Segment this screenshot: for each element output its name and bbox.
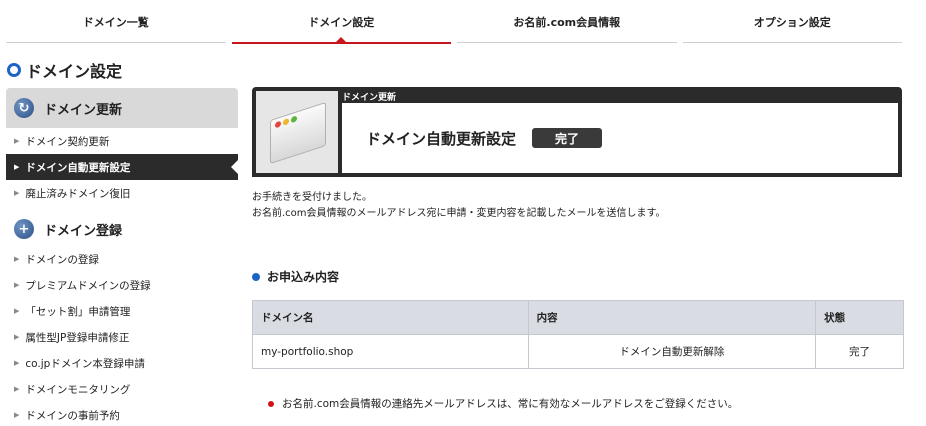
tab-domain-settings[interactable]: ドメイン設定 bbox=[231, 0, 452, 44]
message-line-1: お手続きを受付けました。 bbox=[252, 192, 372, 203]
sidebar-group-title: ドメイン更新 bbox=[44, 102, 123, 118]
sidebar-item-label: プレミアムドメインの登録 bbox=[25, 279, 151, 292]
plus-circle-icon: + bbox=[14, 219, 34, 239]
application-table: ドメイン名 内容 状態 my-portfolio.shop ドメイン自動更新解除… bbox=[252, 300, 904, 369]
tab-domain-list[interactable]: ドメイン一覧 bbox=[6, 0, 226, 44]
blue-dot-icon bbox=[252, 272, 260, 281]
banner-title: ドメイン自動更新設定 bbox=[366, 129, 517, 148]
status-badge: 完了 bbox=[532, 128, 603, 148]
sidebar-item-monitoring[interactable]: ▶ ドメインモニタリング bbox=[6, 376, 238, 402]
cell-status: 完了 bbox=[815, 334, 904, 369]
section-title-text: お申込み内容 bbox=[267, 270, 340, 284]
red-dot-icon bbox=[268, 400, 274, 407]
browser-window-icon bbox=[270, 101, 326, 165]
tab-label: ドメイン設定 bbox=[308, 16, 375, 29]
sidebar-item-label: ドメインモニタリング bbox=[25, 383, 131, 396]
tab-option-settings[interactable]: オプション設定 bbox=[682, 0, 903, 44]
sidebar-item-label: 「セット割」申請管理 bbox=[25, 305, 131, 318]
banner-section-label: ドメイン更新 bbox=[342, 93, 397, 103]
table-header-row: ドメイン名 内容 状態 bbox=[252, 300, 904, 335]
page-title: ドメイン設定 bbox=[7, 58, 122, 82]
confirmation-message: お手続きを受付けました。 お名前.com会員情報のメールアドレス宛に申請・変更内… bbox=[252, 190, 666, 222]
section-title: お申込み内容 bbox=[252, 268, 339, 285]
triangle-right-icon: ▶ bbox=[14, 333, 20, 341]
sidebar-group-registration: + ドメイン登録 bbox=[6, 212, 238, 246]
triangle-right-icon: ▶ bbox=[14, 307, 20, 315]
tab-member-info[interactable]: お名前.com会員情報 bbox=[457, 0, 677, 44]
tab-label: ドメイン一覧 bbox=[82, 16, 149, 29]
status-banner: ドメイン更新 ドメイン自動更新設定 完了 bbox=[252, 87, 902, 177]
sidebar-item-label: ドメインの事前予約 bbox=[25, 409, 120, 422]
sidebar-item-preorder[interactable]: ▶ ドメインの事前予約 bbox=[6, 402, 238, 426]
ring-bullet-icon bbox=[7, 63, 21, 77]
triangle-right-icon: ▶ bbox=[14, 137, 20, 145]
active-tab-caret-icon bbox=[336, 37, 347, 42]
sidebar: ↻ ドメイン更新 ▶ ドメイン契約更新 ▶ ドメイン自動更新設定 ▶ 廃止済みドメイン… bbox=[6, 88, 239, 426]
sidebar-item-restore[interactable]: ▶ 廃止済みドメイン復旧 bbox=[6, 180, 238, 206]
sidebar-item-cojp[interactable]: ▶ co.jpドメイン本登録申請 bbox=[6, 350, 238, 376]
page-title-text: ドメイン設定 bbox=[26, 62, 123, 81]
cell-domain: my-portfolio.shop bbox=[252, 334, 529, 369]
message-line-2: お名前.com会員情報のメールアドレス宛に申請・変更内容を記載したメールを送信し… bbox=[252, 208, 666, 219]
table-row: my-portfolio.shop ドメイン自動更新解除 完了 bbox=[252, 334, 904, 369]
sidebar-group-title: ドメイン登録 bbox=[44, 223, 123, 239]
tab-label: オプション設定 bbox=[753, 16, 831, 29]
sidebar-item-label: ドメインの登録 bbox=[25, 253, 99, 266]
banner-thumbnail bbox=[256, 91, 338, 173]
triangle-right-icon: ▶ bbox=[14, 189, 20, 197]
triangle-right-icon: ▶ bbox=[14, 281, 20, 289]
cell-content: ドメイン自動更新解除 bbox=[527, 334, 817, 369]
refresh-icon: ↻ bbox=[14, 98, 34, 118]
notice-text: お名前.com会員情報の連絡先メールアドレスは、常に有効なメールアドレスをご登録… bbox=[282, 398, 739, 410]
triangle-right-icon: ▶ bbox=[14, 359, 20, 367]
email-notice: お名前.com会員情報の連絡先メールアドレスは、常に有効なメールアドレスをご登録… bbox=[268, 396, 738, 411]
sidebar-item-label: co.jpドメイン本登録申請 bbox=[25, 357, 145, 370]
triangle-right-icon: ▶ bbox=[14, 411, 20, 419]
sidebar-item-contract-renewal[interactable]: ▶ ドメイン契約更新 bbox=[6, 128, 238, 154]
banner-content: ドメイン自動更新設定 完了 bbox=[342, 103, 898, 173]
tab-label: お名前.com会員情報 bbox=[513, 16, 621, 29]
sidebar-item-register[interactable]: ▶ ドメインの登録 bbox=[6, 246, 238, 272]
column-header-content: 内容 bbox=[527, 300, 817, 335]
top-navigation: ドメイン一覧 ドメイン設定 お名前.com会員情報 オプション設定 bbox=[6, 0, 902, 44]
sidebar-item-label: 属性型JP登録申請修正 bbox=[25, 331, 130, 344]
sidebar-group-renewal: ↻ ドメイン更新 bbox=[6, 88, 238, 128]
sidebar-item-label: ドメイン契約更新 bbox=[25, 135, 110, 148]
triangle-right-icon: ▶ bbox=[14, 385, 20, 393]
sidebar-item-label: ドメイン自動更新設定 bbox=[25, 161, 131, 174]
sidebar-item-jp-attribute[interactable]: ▶ 属性型JP登録申請修正 bbox=[6, 324, 238, 350]
sidebar-item-auto-renewal[interactable]: ▶ ドメイン自動更新設定 bbox=[6, 154, 239, 180]
column-header-domain: ドメイン名 bbox=[252, 300, 529, 335]
sidebar-item-premium[interactable]: ▶ プレミアムドメインの登録 bbox=[6, 272, 238, 298]
column-header-status: 状態 bbox=[815, 300, 904, 335]
sidebar-item-set-discount[interactable]: ▶ 「セット割」申請管理 bbox=[6, 298, 238, 324]
triangle-right-icon: ▶ bbox=[14, 163, 20, 171]
triangle-right-icon: ▶ bbox=[14, 255, 20, 263]
sidebar-item-label: 廃止済みドメイン復旧 bbox=[25, 187, 131, 200]
